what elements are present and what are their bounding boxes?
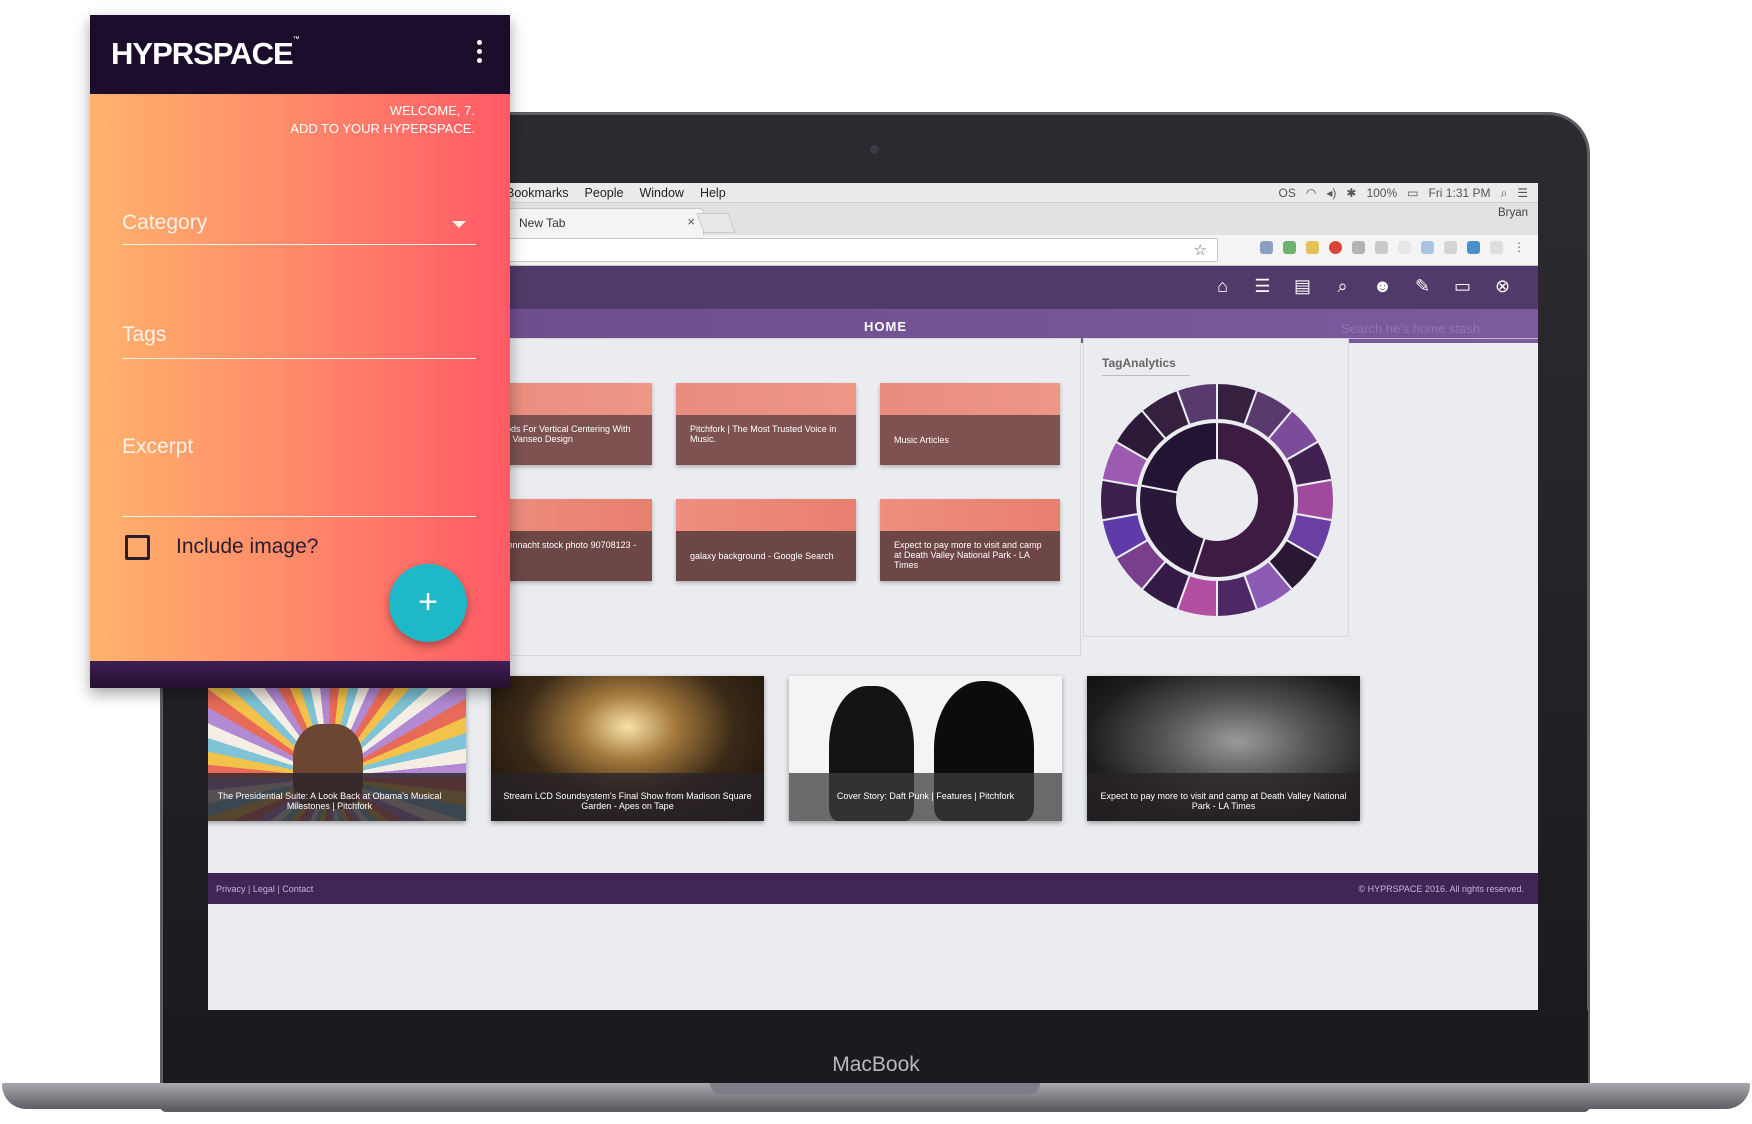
- photo-caption: Stream LCD Soundsystem's Final Show from…: [491, 773, 764, 821]
- laptop-label: MacBook: [832, 1053, 920, 1076]
- welcome-line: ADD TO YOUR HYPERSPACE.: [290, 121, 475, 136]
- camera-icon[interactable]: [1352, 241, 1365, 254]
- page-title[interactable]: HOME: [864, 319, 907, 334]
- laptop-chin: [163, 1010, 1588, 1090]
- extension-icon[interactable]: [1490, 241, 1503, 254]
- laptop-notch: [710, 1083, 1040, 1095]
- extension-icon[interactable]: [1398, 241, 1411, 254]
- stash-search-input[interactable]: Search he's home stash: [1341, 317, 1538, 339]
- phone-app: HYPRSPACE™ WELCOME, 7. ADD TO YOUR HYPER…: [90, 15, 510, 688]
- include-image-label[interactable]: Include image?: [176, 535, 318, 559]
- menu-help[interactable]: Help: [700, 186, 726, 200]
- footer-copyright: © HYPRSPACE 2016. All rights reserved.: [1358, 884, 1524, 894]
- gamepad-icon[interactable]: ▭: [1451, 275, 1474, 298]
- volume-icon[interactable]: ◂): [1326, 186, 1336, 200]
- more-options-icon[interactable]: [477, 40, 483, 67]
- bookmark-star-icon[interactable]: ☆: [1194, 241, 1207, 259]
- excerpt-input[interactable]: Excerpt: [122, 435, 476, 517]
- menu-bookmarks[interactable]: Bookmarks: [506, 186, 569, 200]
- browser-menu-icon[interactable]: ⋮: [1513, 241, 1526, 254]
- address-bar[interactable]: ☆: [508, 238, 1218, 262]
- close-icon[interactable]: ⊗: [1491, 275, 1514, 298]
- card-title: Pitchfork | The Most Trusted Voice in Mu…: [676, 415, 856, 465]
- bluetooth-icon[interactable]: ✱: [1346, 186, 1356, 200]
- bookmark-card[interactable]: Music Articles: [880, 383, 1060, 465]
- list-icon[interactable]: ☰: [1251, 275, 1274, 298]
- browser-tab[interactable]: New Tab ×: [508, 208, 704, 235]
- battery-icon: ▭: [1407, 186, 1419, 200]
- footer-links[interactable]: Privacy | Legal | Contact: [216, 884, 313, 894]
- dropdown-arrow-icon: [452, 221, 466, 228]
- photo-caption: Expect to pay more to visit and camp at …: [1087, 773, 1360, 821]
- menubar-status: OS ◠ ◂) ✱ 100% ▭ Fri 1:31 PM ⌕ ☰: [1279, 183, 1528, 203]
- wrench-icon[interactable]: ✎: [1411, 275, 1434, 298]
- welcome-message: WELCOME, 7. ADD TO YOUR HYPERSPACE.: [290, 102, 475, 138]
- new-tab-button[interactable]: [696, 213, 736, 233]
- photo-caption: Cover Story: Daft Punk | Features | Pitc…: [789, 773, 1062, 821]
- new-document-icon[interactable]: ▤: [1291, 275, 1314, 298]
- welcome-line: WELCOME, 7.: [389, 103, 475, 118]
- bookmark-card[interactable]: Expect to pay more to visit and camp at …: [880, 499, 1060, 581]
- extension-icon[interactable]: [1421, 241, 1434, 254]
- phone-bottom-bar: [90, 661, 510, 688]
- os-status[interactable]: OS: [1279, 186, 1296, 200]
- extension-icon[interactable]: [1260, 241, 1273, 254]
- bookmark-card[interactable]: galaxy background - Google Search: [676, 499, 856, 581]
- photo-caption: The Presidential Suite: A Look Back at O…: [208, 773, 466, 821]
- spotlight-icon[interactable]: ⌕: [1501, 186, 1508, 201]
- tag-analytics-title: TagAnalytics: [1102, 356, 1190, 376]
- menu-window[interactable]: Window: [639, 186, 683, 200]
- tab-close-icon[interactable]: ×: [687, 214, 695, 229]
- card-title: Expect to pay more to visit and camp at …: [880, 531, 1060, 581]
- people-icon[interactable]: ☻: [1371, 275, 1394, 298]
- profile-user[interactable]: Bryan: [1498, 207, 1528, 219]
- category-placeholder: Category: [122, 211, 208, 234]
- adblock-icon[interactable]: [1329, 241, 1342, 254]
- camera: [870, 145, 879, 154]
- photo-card[interactable]: Cover Story: Daft Punk | Features | Pitc…: [789, 676, 1062, 821]
- home-icon[interactable]: ⌂: [1211, 275, 1234, 298]
- tag-analytics-donut[interactable]: [1099, 382, 1335, 618]
- category-select[interactable]: Category: [122, 211, 476, 245]
- battery-percent[interactable]: 100%: [1366, 186, 1397, 200]
- search-icon[interactable]: ⌕: [1331, 275, 1354, 298]
- phone-header: HYPRSPACE™: [90, 15, 510, 94]
- tags-input[interactable]: Tags: [122, 323, 476, 359]
- menu-people[interactable]: People: [585, 186, 624, 200]
- extension-icon[interactable]: [1375, 241, 1388, 254]
- include-image-checkbox[interactable]: [125, 535, 150, 560]
- add-button[interactable]: +: [389, 564, 467, 642]
- extension-icon[interactable]: [1283, 241, 1296, 254]
- tag-analytics-panel: TagAnalytics: [1083, 338, 1349, 637]
- photo-card[interactable]: The Presidential Suite: A Look Back at O…: [208, 676, 466, 821]
- wifi-icon[interactable]: ◠: [1306, 186, 1316, 200]
- tab-title: New Tab: [519, 216, 566, 230]
- extension-icon[interactable]: [1467, 241, 1480, 254]
- bookmark-card[interactable]: Pitchfork | The Most Trusted Voice in Mu…: [676, 383, 856, 465]
- stage: Bookmarks People Window Help OS ◠ ◂) ✱ 1…: [0, 0, 1752, 1124]
- extension-icon[interactable]: [1444, 241, 1457, 254]
- notification-icon[interactable]: ☰: [1517, 186, 1528, 200]
- card-title: galaxy background - Google Search: [676, 531, 856, 581]
- card-title: Music Articles: [880, 415, 1060, 465]
- photo-card[interactable]: Expect to pay more to visit and camp at …: [1087, 676, 1360, 821]
- app-nav-icons: ⌂ ☰ ▤ ⌕ ☻ ✎ ▭ ⊗: [1211, 275, 1514, 298]
- clock[interactable]: Fri 1:31 PM: [1428, 186, 1490, 200]
- hyprspace-logo: HYPRSPACE™: [111, 36, 300, 71]
- photo-card[interactable]: Stream LCD Soundsystem's Final Show from…: [491, 676, 764, 821]
- extensions: ⋮: [1260, 241, 1526, 254]
- app-footer: Privacy | Legal | Contact © HYPRSPACE 20…: [208, 873, 1538, 904]
- extension-icon[interactable]: [1306, 241, 1319, 254]
- plus-icon: +: [418, 583, 438, 621]
